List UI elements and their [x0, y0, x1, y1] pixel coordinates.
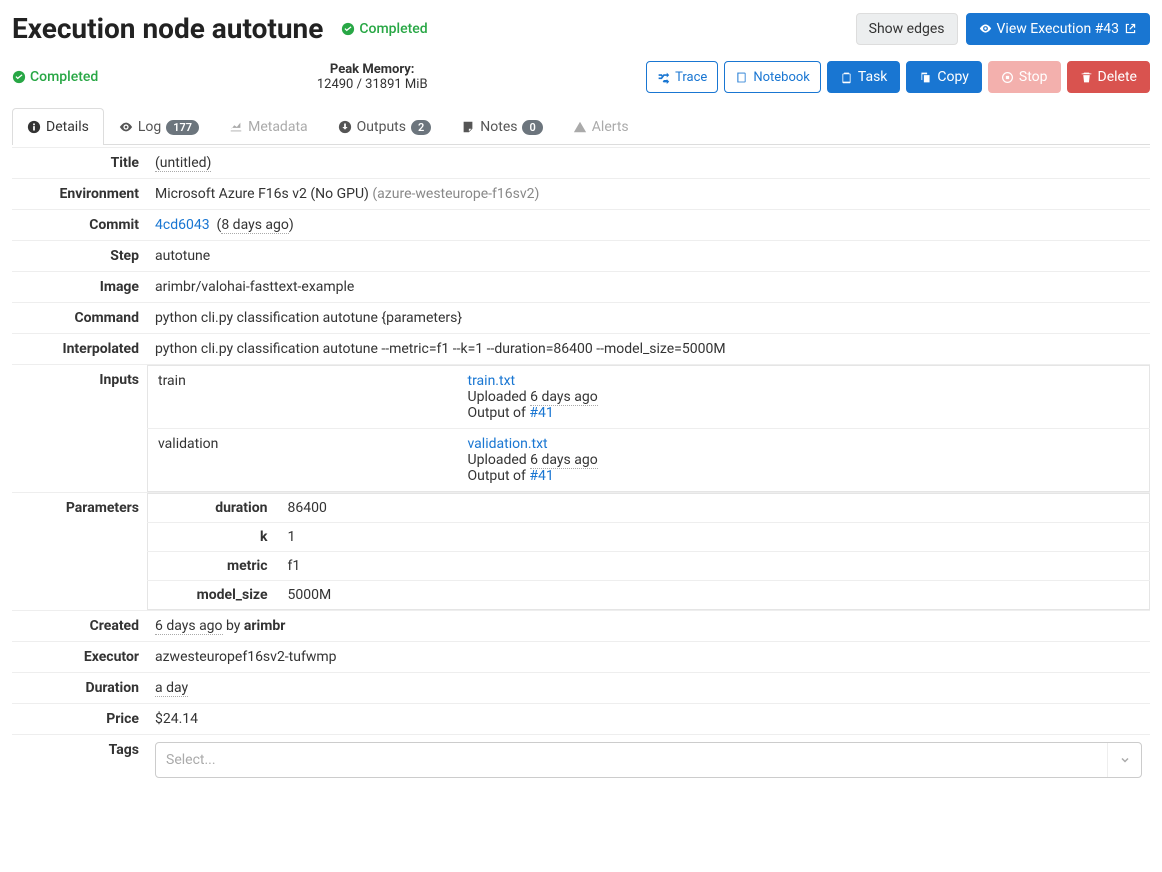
commit-link[interactable]: 4cd6043: [155, 217, 210, 233]
page-title: Execution node autotune: [12, 12, 323, 45]
validation-output-ref-link[interactable]: #41: [529, 468, 553, 484]
tags-select[interactable]: Select...: [155, 742, 1142, 778]
tags-placeholder: Select...: [156, 752, 1107, 768]
book-icon: [735, 71, 748, 84]
validation-file-link[interactable]: validation.txt: [468, 436, 548, 452]
row-image: Image arimbr/valohai-fasttext-example: [12, 272, 1150, 303]
status-text: Completed: [359, 21, 427, 37]
external-link-icon: [1124, 22, 1137, 35]
copy-button[interactable]: Copy: [906, 61, 982, 93]
sub-header: Completed Peak Memory: 12490 / 31891 MiB…: [12, 61, 1150, 93]
train-output-ref-link[interactable]: #41: [529, 405, 553, 421]
title-value[interactable]: (untitled): [155, 155, 211, 172]
peak-memory-label: Peak Memory:: [317, 62, 428, 77]
row-executor: Executor azwesteuropef16sv2-tufwmp: [12, 642, 1150, 673]
tab-log[interactable]: Log 177: [104, 108, 214, 145]
input-row-train: train train.txt Uploaded 6 days ago Outp…: [148, 366, 1150, 429]
peak-memory-value: 12490 / 31891 MiB: [317, 77, 428, 92]
copy-icon: [919, 71, 932, 84]
log-count-badge: 177: [166, 120, 199, 135]
tab-details[interactable]: Details: [12, 108, 104, 145]
row-parameters: Parameters duration86400 k1 metricf1 mod…: [12, 493, 1150, 611]
chevron-down-icon: [1107, 743, 1141, 777]
tab-alerts[interactable]: Alerts: [558, 108, 644, 145]
inputs-table: train train.txt Uploaded 6 days ago Outp…: [147, 365, 1150, 492]
row-price: Price $24.14: [12, 704, 1150, 735]
param-row-k: k1: [148, 523, 1150, 552]
tab-metadata[interactable]: Metadata: [214, 108, 323, 145]
stop-button[interactable]: Stop: [988, 61, 1061, 93]
row-duration: Duration a day: [12, 673, 1150, 704]
outputs-count-badge: 2: [411, 120, 431, 135]
clipboard-icon: [840, 71, 853, 84]
param-row-metric: metricf1: [148, 552, 1150, 581]
sticky-note-icon: [461, 120, 475, 134]
row-command: Command python cli.py classification aut…: [12, 303, 1150, 334]
peak-memory: Peak Memory: 12490 / 31891 MiB: [317, 62, 428, 92]
header-right: Show edges View Execution #43: [856, 13, 1150, 45]
delete-button[interactable]: Delete: [1067, 61, 1150, 93]
tab-outputs[interactable]: Outputs 2: [323, 108, 447, 145]
eye-icon: [979, 22, 992, 35]
check-circle-icon: [12, 70, 26, 84]
sub-status: Completed: [12, 69, 98, 85]
row-created: Created 6 days ago by arimbr: [12, 611, 1150, 642]
row-title: Title (untitled): [12, 148, 1150, 179]
stop-icon: [1001, 71, 1014, 84]
show-edges-button[interactable]: Show edges: [856, 13, 958, 45]
notes-count-badge: 0: [522, 120, 542, 135]
eye-icon: [119, 120, 133, 134]
task-button[interactable]: Task: [827, 61, 901, 93]
random-icon: [657, 71, 670, 84]
trace-button[interactable]: Trace: [646, 61, 718, 93]
row-interpolated: Interpolated python cli.py classificatio…: [12, 334, 1150, 365]
param-row-duration: duration86400: [148, 494, 1150, 523]
status-badge-header: Completed: [341, 21, 427, 37]
trash-icon: [1080, 71, 1093, 84]
parameters-table: duration86400 k1 metricf1 model_size5000…: [147, 493, 1150, 610]
download-icon: [338, 120, 352, 134]
details-table: Title (untitled) Environment Microsoft A…: [12, 147, 1150, 785]
row-commit: Commit 4cd6043 (8 days ago): [12, 210, 1150, 241]
action-buttons: Trace Notebook Task Copy Stop Delete: [646, 61, 1150, 93]
tabs: Details Log 177 Metadata Outputs 2 Notes…: [12, 107, 1150, 145]
header-left: Execution node autotune Completed: [12, 12, 428, 45]
check-circle-icon: [341, 22, 355, 36]
row-tags: Tags Select...: [12, 735, 1150, 786]
row-step: Step autotune: [12, 241, 1150, 272]
notebook-button[interactable]: Notebook: [724, 61, 821, 93]
row-environment: Environment Microsoft Azure F16s v2 (No …: [12, 179, 1150, 210]
input-row-validation: validation validation.txt Uploaded 6 day…: [148, 429, 1150, 492]
row-inputs: Inputs train train.txt Uploaded 6 days a…: [12, 365, 1150, 493]
chart-icon: [229, 120, 243, 134]
param-row-model-size: model_size5000M: [148, 581, 1150, 610]
tab-notes[interactable]: Notes 0: [446, 108, 558, 145]
commit-ago: 8 days ago: [221, 217, 289, 234]
warning-icon: [573, 120, 587, 134]
train-file-link[interactable]: train.txt: [468, 373, 516, 389]
view-execution-button[interactable]: View Execution #43: [966, 13, 1151, 45]
header: Execution node autotune Completed Show e…: [12, 12, 1150, 45]
info-circle-icon: [27, 120, 41, 134]
